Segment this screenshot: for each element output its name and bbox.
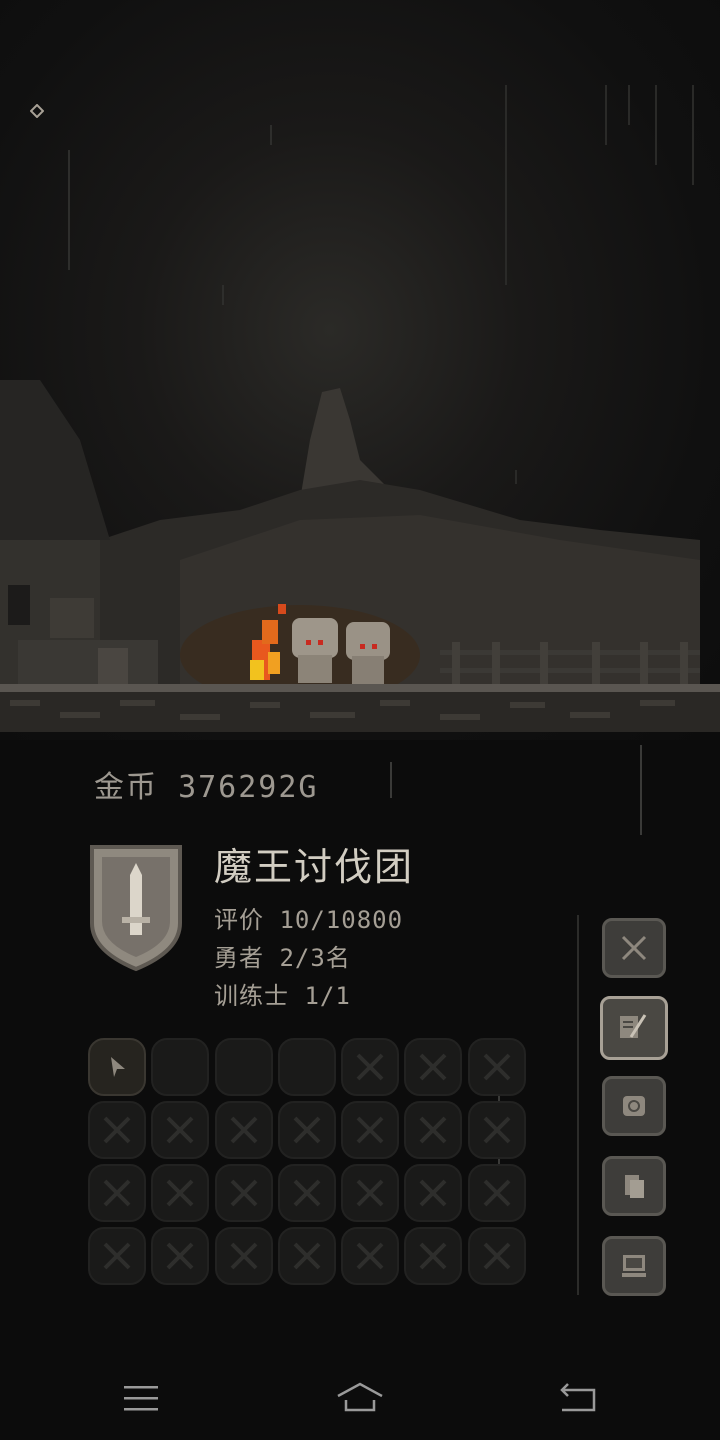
battle-button[interactable]	[602, 918, 666, 978]
member-slot-locked	[277, 1101, 336, 1159]
locked-x-icon	[166, 1116, 194, 1144]
member-slot-locked	[151, 1101, 210, 1159]
locked-x-icon	[103, 1179, 131, 1207]
locked-x-icon	[356, 1116, 384, 1144]
locked-x-icon	[420, 1242, 447, 1270]
member-slot-locked	[467, 1164, 526, 1222]
quest-button[interactable]	[600, 996, 668, 1060]
team-trainers: 训练士 1/1	[214, 982, 351, 1010]
quill-scroll-icon	[620, 1014, 647, 1038]
member-slot-locked	[88, 1227, 146, 1285]
rain-streak	[640, 745, 642, 835]
member-slot-locked	[214, 1101, 273, 1159]
system-button[interactable]	[602, 1236, 666, 1296]
member-slot-locked	[214, 1164, 273, 1222]
locked-x-icon	[483, 1179, 511, 1207]
gold-display: 金币 376292G	[94, 762, 319, 806]
crossed-swords-icon	[621, 935, 647, 961]
locked-x-icon	[166, 1179, 194, 1207]
locked-x-icon	[230, 1179, 258, 1207]
panel-divider	[577, 915, 579, 1295]
hero-cursor-icon	[111, 1057, 125, 1077]
locked-x-icon	[103, 1116, 131, 1144]
member-slot-locked	[214, 1227, 273, 1285]
member-slot-locked	[467, 1038, 526, 1096]
gold-value: 376292G	[178, 770, 319, 805]
menu-icon[interactable]	[122, 1380, 162, 1416]
locked-x-icon	[293, 1179, 321, 1207]
member-slot-locked	[151, 1164, 210, 1222]
member-slot-locked	[404, 1164, 463, 1222]
locked-x-icon	[483, 1116, 511, 1144]
locked-x-icon	[230, 1116, 258, 1144]
member-slot-empty[interactable]	[214, 1038, 273, 1096]
member-slot-locked	[88, 1101, 146, 1159]
computer-icon	[622, 1255, 646, 1277]
locked-x-icon	[166, 1242, 194, 1270]
locked-x-icon	[293, 1242, 321, 1270]
locked-x-icon	[420, 1116, 447, 1144]
locked-x-icon	[230, 1242, 258, 1270]
member-slot-locked	[404, 1227, 463, 1285]
rain-streak	[390, 762, 392, 798]
scene-art	[0, 85, 720, 732]
member-slot-locked	[467, 1227, 526, 1285]
member-slot-locked	[277, 1164, 336, 1222]
locked-x-icon	[293, 1116, 321, 1144]
locked-x-icon	[483, 1242, 511, 1270]
member-slot-locked	[341, 1038, 400, 1096]
member-slot-locked	[88, 1164, 146, 1222]
member-slot-hero[interactable]	[88, 1038, 146, 1096]
locked-x-icon	[483, 1053, 511, 1081]
map-scroll-icon	[623, 1096, 645, 1116]
locked-x-icon	[420, 1053, 447, 1081]
member-slot-grid	[88, 1038, 530, 1285]
member-slot-locked	[341, 1227, 400, 1285]
member-slot-empty[interactable]	[277, 1038, 336, 1096]
gold-label: 金币	[94, 770, 158, 805]
home-icon[interactable]	[336, 1380, 384, 1416]
team-rating: 评价 10/10800	[214, 906, 404, 934]
locked-x-icon	[356, 1179, 384, 1207]
back-icon[interactable]	[558, 1380, 598, 1416]
team-heroes: 勇者 2/3名	[214, 944, 351, 972]
settings-ring-icon[interactable]	[30, 104, 44, 118]
member-slot-locked	[151, 1227, 210, 1285]
member-slot-locked	[341, 1101, 400, 1159]
member-slot-locked	[404, 1101, 463, 1159]
member-slot-empty[interactable]	[151, 1038, 210, 1096]
locked-x-icon	[420, 1179, 447, 1207]
locked-x-icon	[356, 1242, 384, 1270]
member-slot-locked	[404, 1038, 463, 1096]
documents-icon	[625, 1175, 644, 1198]
map-button[interactable]	[602, 1076, 666, 1136]
member-slot-locked	[341, 1164, 400, 1222]
locked-x-icon	[356, 1053, 384, 1081]
team-name: 魔王讨伐团	[214, 845, 415, 889]
files-button[interactable]	[602, 1156, 666, 1216]
locked-x-icon	[103, 1242, 131, 1270]
game-scene	[0, 0, 720, 740]
member-slot-locked	[467, 1101, 526, 1159]
sword-shield-emblem-icon	[90, 845, 182, 972]
member-slot-locked	[277, 1227, 336, 1285]
